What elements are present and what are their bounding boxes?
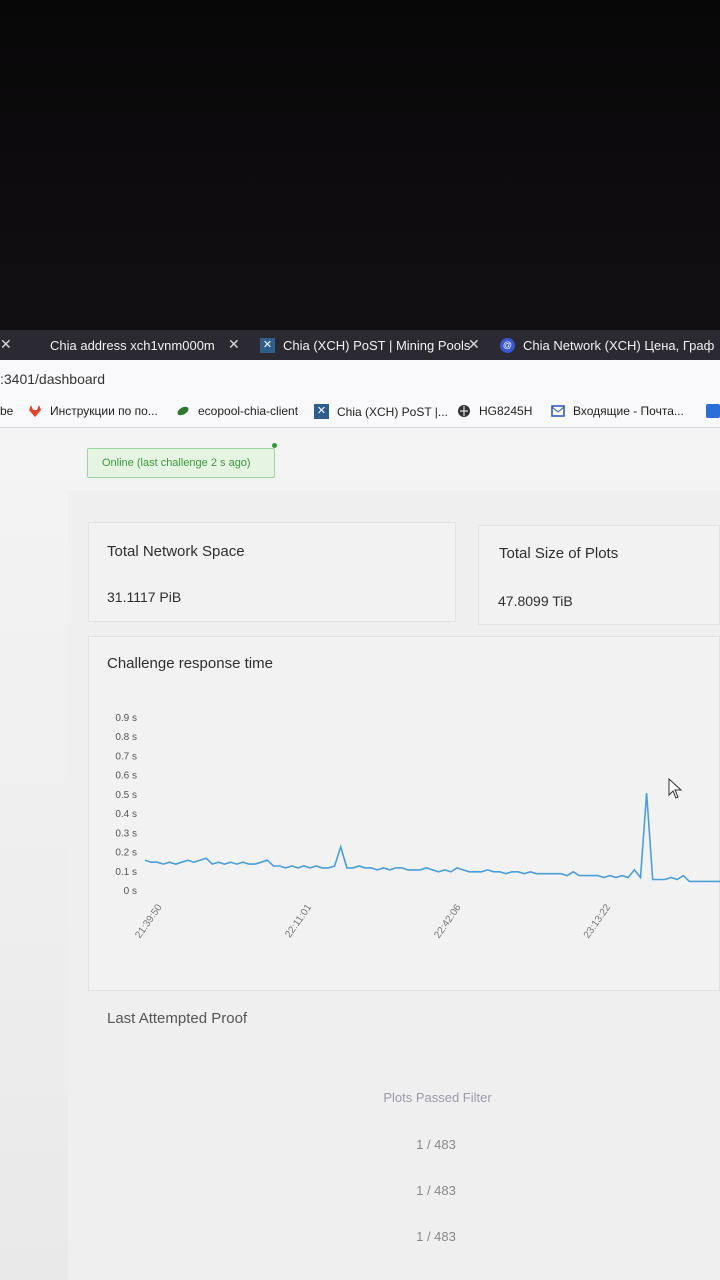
status-badge: Online (last challenge 2 s ago) bbox=[87, 448, 275, 478]
coin-favicon-icon: @ bbox=[500, 337, 515, 353]
y-tick-label: 0.3 s bbox=[115, 828, 137, 839]
y-tick-label: 0.8 s bbox=[115, 732, 137, 743]
chia-favicon-icon: ✕ bbox=[260, 337, 275, 353]
chia-favicon-icon: ✕ bbox=[314, 404, 329, 419]
plots-passed-header: Plots Passed Filter bbox=[383, 1090, 492, 1105]
y-tick-label: 0.6 s bbox=[115, 771, 137, 782]
mouse-cursor-icon bbox=[668, 778, 683, 799]
url-text: :3401/dashboard bbox=[0, 371, 106, 387]
bookmark-label: Инструкции по по... bbox=[50, 404, 158, 418]
background-dark bbox=[0, 0, 720, 330]
tab-label: Chia (XCH) PoST | Mining Pools bbox=[283, 337, 471, 353]
tab-label: Chia Network (XCH) Цена, Граф bbox=[523, 337, 715, 353]
bookmark-label: Входящие - Почта... bbox=[573, 404, 684, 418]
y-tick-label: 0.4 s bbox=[115, 809, 137, 820]
y-tick-label: 0.9 s bbox=[115, 713, 137, 724]
app-icon bbox=[706, 404, 720, 418]
response-time-line bbox=[144, 792, 720, 883]
bookmark-4[interactable]: ✕ Chia (XCH) PoST |... bbox=[314, 404, 448, 419]
x-tick-label: 23:13:22 bbox=[582, 902, 614, 941]
plots-passed-row: 1 / 483 bbox=[416, 1229, 456, 1244]
tab-bar: ✕ Chia address xch1vnm000mx4y ✕ ✕ Chia (… bbox=[0, 330, 720, 360]
status-dot bbox=[272, 443, 277, 448]
bookmark-6[interactable]: Входящие - Почта... bbox=[551, 404, 684, 418]
x-tick-label: 22:11:01 bbox=[283, 902, 314, 940]
close-icon[interactable]: ✕ bbox=[468, 336, 480, 353]
close-icon[interactable]: ✕ bbox=[0, 336, 12, 353]
mail-icon bbox=[551, 405, 565, 417]
bookmark-3[interactable]: ecopool-chia-client bbox=[176, 404, 298, 418]
proof-title: Last Attempted Proof bbox=[107, 1010, 248, 1027]
y-tick-label: 0.1 s bbox=[115, 867, 137, 878]
leaf-icon bbox=[177, 406, 189, 416]
plots-size-value: 47.8099 TiB bbox=[498, 593, 573, 609]
y-tick-label: 0.7 s bbox=[115, 751, 137, 762]
y-tick-label: 0 s bbox=[124, 886, 137, 897]
bookmark-5[interactable]: HG8245H bbox=[457, 404, 532, 418]
tab-chia-address[interactable]: Chia address xch1vnm000mx4y ✕ bbox=[50, 330, 250, 360]
tab-label: Chia address xch1vnm000mx4y bbox=[50, 337, 215, 353]
address-bar[interactable]: :3401/dashboard bbox=[0, 360, 720, 398]
network-space-label: Total Network Space bbox=[107, 543, 245, 560]
chart-title: Challenge response time bbox=[107, 655, 273, 672]
bookmark-label: HG8245H bbox=[479, 404, 533, 418]
response-time-chart: 0.9 s 0.8 s 0.7 s 0.6 s 0.5 s 0.4 s 0.3 s 0.2 s… bbox=[115, 713, 720, 941]
tab-mining-pools[interactable]: ✕ Chia (XCH) PoST | Mining Pools ✕ bbox=[260, 330, 485, 360]
bookmark-7[interactable] bbox=[706, 404, 720, 418]
bookmark-label: Chia (XCH) PoST |... bbox=[337, 404, 448, 419]
bookmark-label: be bbox=[0, 404, 14, 418]
bookmark-1[interactable]: be bbox=[0, 404, 13, 418]
plots-passed-row: 1 / 483 bbox=[416, 1183, 456, 1198]
network-space-value: 31.1117 PiB bbox=[107, 589, 182, 605]
bookmark-2[interactable]: Инструкции по по... bbox=[28, 404, 158, 418]
tab-chia-network[interactable]: @ Chia Network (XCH) Цена, Граф bbox=[500, 330, 720, 360]
y-tick-label: 0.5 s bbox=[115, 790, 137, 801]
bookmarks-bar: be Инструкции по по... ecopool-chia-clie… bbox=[0, 398, 720, 428]
tab-partial[interactable]: ✕ bbox=[0, 330, 20, 360]
x-tick-label: 22:42:06 bbox=[432, 902, 464, 941]
plots-size-label: Total Size of Plots bbox=[499, 545, 619, 562]
y-tick-label: 0.2 s bbox=[115, 848, 137, 859]
bookmark-label: ecopool-chia-client bbox=[198, 404, 299, 418]
gitlab-icon bbox=[29, 405, 41, 417]
plots-passed-row: 1 / 483 bbox=[416, 1137, 456, 1152]
network-space-card: Total Network Space 31.1117 PiB bbox=[88, 522, 456, 622]
close-icon[interactable]: ✕ bbox=[228, 336, 240, 353]
x-tick-label: 21:39:50 bbox=[133, 902, 165, 941]
status-text: Online (last challenge 2 s ago) bbox=[102, 457, 251, 469]
plots-size-card: Total Size of Plots 47.8099 TiB bbox=[478, 525, 720, 625]
globe-icon bbox=[458, 405, 470, 417]
